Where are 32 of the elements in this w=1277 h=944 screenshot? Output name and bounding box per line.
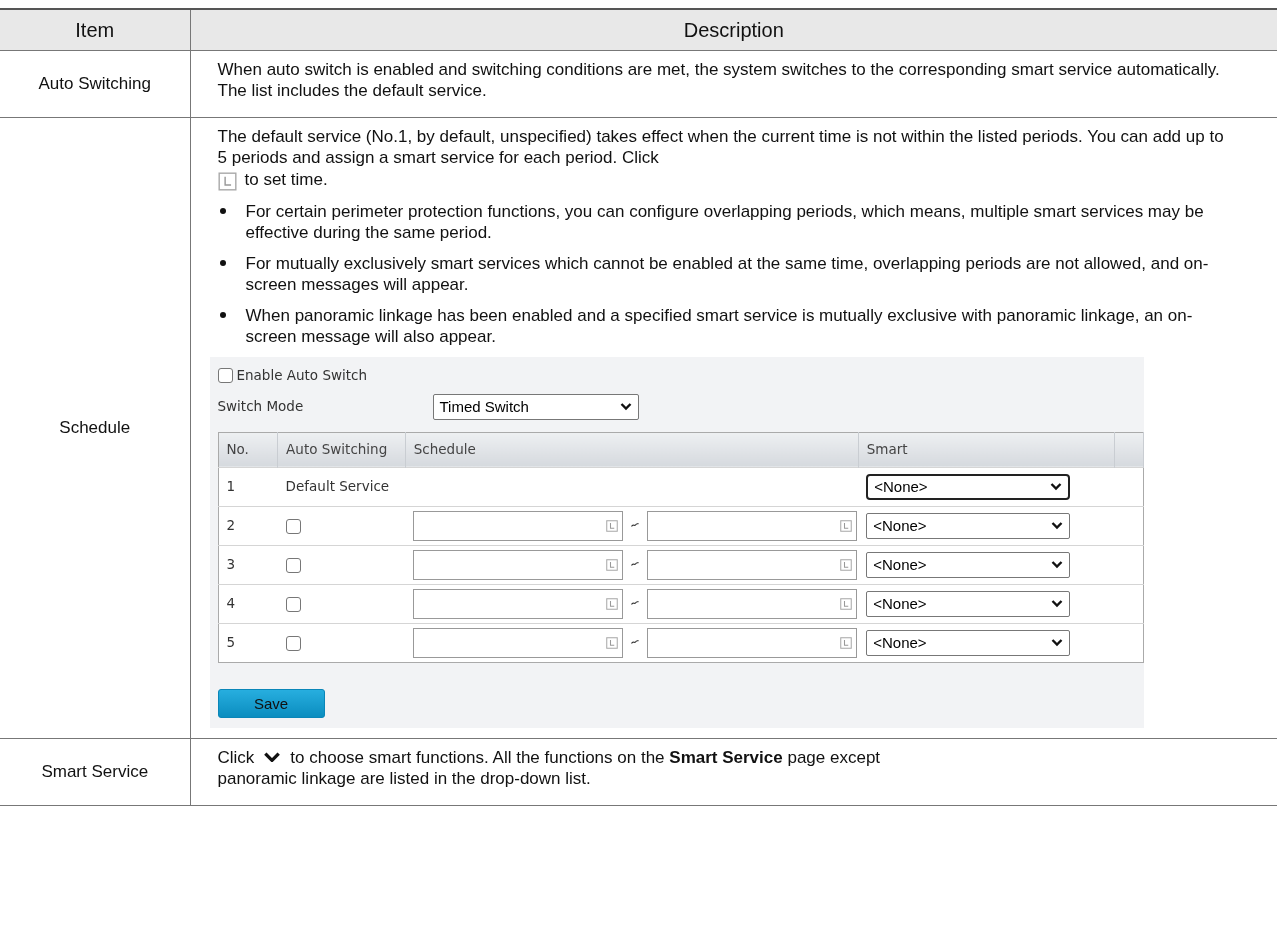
service-select[interactable]: <None> (866, 512, 1071, 539)
paragraph-text: Click (217, 746, 255, 768)
checkbox-label: Enable Auto Switch (236, 365, 368, 385)
column-header: Auto Switching (277, 432, 406, 467)
bullet-text: For mutually exclusively smart services which cannot be enabled at the same time, overlapping periods are not allowed, and on-screen messages will appear. (245, 252, 1210, 295)
item-name: Smart Service (41, 761, 149, 781)
service-select[interactable]: <None> (866, 590, 1071, 617)
row-number: 4 (226, 595, 236, 611)
service-label: Default Service (285, 478, 390, 494)
save-button[interactable]: Save (217, 688, 325, 718)
row-number: 5 (226, 634, 236, 650)
row-number: 3 (226, 556, 236, 572)
item-name: Auto Switching (38, 73, 151, 93)
mode-select[interactable]: Timed Switch (432, 393, 639, 420)
row-number: 2 (226, 517, 236, 533)
paragraph-text: panoramic linkage are listed in the drop-down list. (217, 767, 591, 789)
item-name: Schedule (59, 417, 131, 437)
column-header: Smart (858, 432, 1115, 467)
column-header: Item (0, 9, 190, 50)
column-header: No. (218, 432, 278, 467)
paragraph-text: When auto switch is enabled and switching conditions are met, the system switches to the corresponding smart service automatically. The list includes the default service. (217, 58, 1221, 101)
column-header: Schedule (405, 432, 859, 467)
service-select[interactable]: <None> (866, 551, 1071, 578)
field-label: Switch Mode (217, 397, 305, 416)
paragraph-text: to set time. (244, 168, 328, 190)
column-header: Description (190, 9, 1277, 50)
paragraph-text: to choose smart functions. All the functions on the Smart Service page except (290, 746, 881, 768)
service-select[interactable]: <None> (866, 629, 1071, 656)
service-select[interactable]: <None> (866, 473, 1071, 500)
bullet-text: For certain perimeter protection functions, you can configure overlapping periods, which means, multiple smart services may be effective during the same period. (245, 200, 1205, 243)
row-number: 1 (226, 478, 236, 494)
bullet-text: When panoramic linkage has been enabled and a specified smart service is mutually exclusive with panoramic linkage, an on-screen message will also appear. (245, 304, 1194, 347)
